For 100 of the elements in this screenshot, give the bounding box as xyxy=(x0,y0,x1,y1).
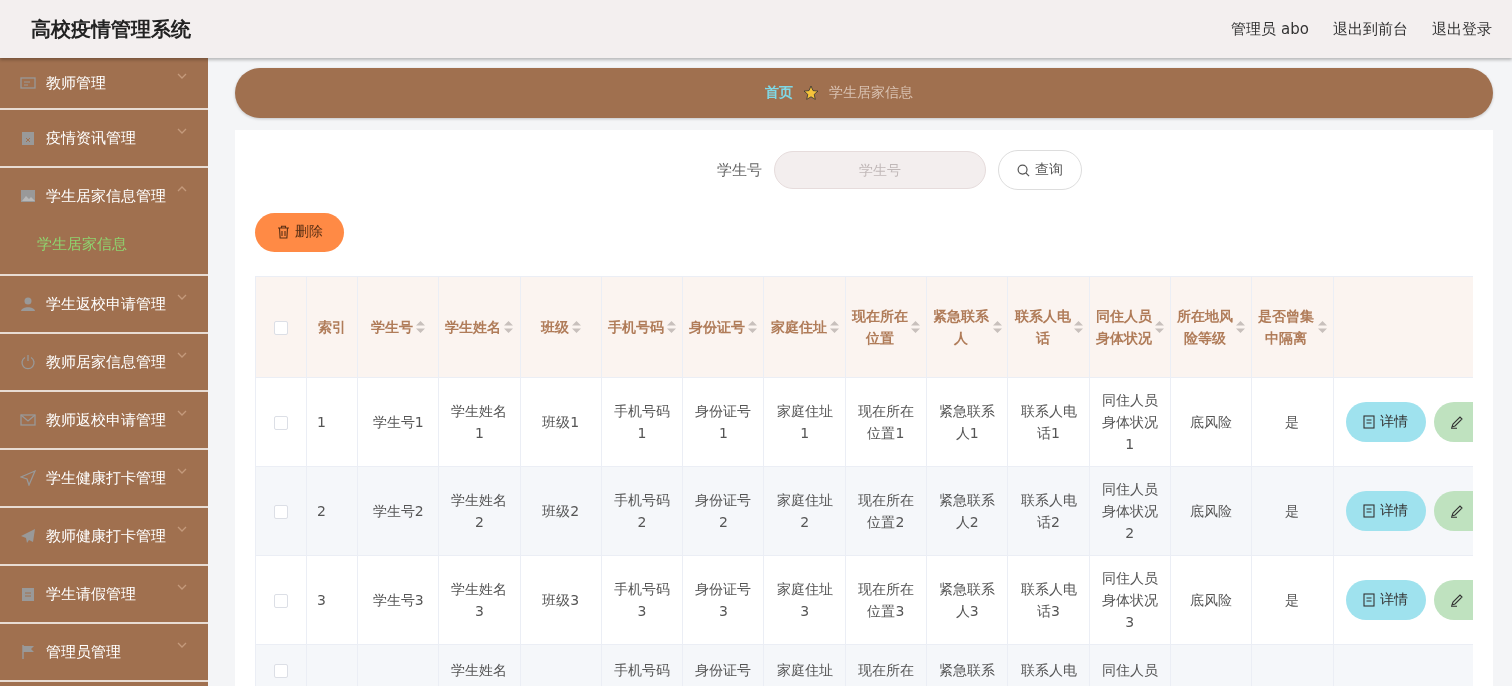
table-cell: 学生姓名2 xyxy=(451,491,508,530)
admin-user-link[interactable]: 管理员 abo xyxy=(1231,19,1309,39)
table-cell: 家庭住址1 xyxy=(776,402,833,441)
table-cell: 班级2 xyxy=(542,502,580,519)
sort-icon[interactable] xyxy=(1317,320,1327,333)
chevron-down-icon xyxy=(176,524,188,534)
sidebar-menu-item[interactable]: 教师管理 xyxy=(0,58,208,108)
table-cell: 紧急联系人3 xyxy=(939,580,996,619)
breadcrumb-current: 学生居家信息 xyxy=(829,84,913,102)
pencil-icon xyxy=(1449,503,1464,518)
header-link[interactable]: 退出登录 xyxy=(1432,19,1492,39)
table-cell: 是 xyxy=(1285,591,1300,608)
column-header: 学生号 xyxy=(371,318,414,338)
column-header: 索引 xyxy=(318,318,346,338)
sidebar-menu-item[interactable]: 管理员管理 xyxy=(0,624,208,680)
column-header: 现在所在位置 xyxy=(851,306,909,348)
table-cell: 底风险 xyxy=(1190,591,1233,608)
table-cell: 同住人员身体状况1 xyxy=(1101,391,1158,452)
table-cell: 现在所在位置1 xyxy=(857,402,914,441)
breadcrumb-home-link[interactable]: 首页 xyxy=(765,84,793,102)
column-header: 联系人电话 xyxy=(1014,306,1071,348)
delete-button[interactable]: 删除 xyxy=(255,213,344,252)
sort-icon[interactable] xyxy=(1236,320,1246,333)
chevron-down-icon xyxy=(176,408,188,418)
table-cell: 是 xyxy=(1285,502,1300,519)
sort-icon[interactable] xyxy=(1073,320,1083,333)
sidebar-menu-item[interactable]: 学生居家信息管理 xyxy=(0,168,208,224)
document-icon xyxy=(1363,503,1376,518)
header-link[interactable]: 退出到前台 xyxy=(1333,19,1408,39)
sort-icon[interactable] xyxy=(416,321,426,334)
sidebar-menu-item[interactable]: 学生请假管理 xyxy=(0,566,208,622)
table-cell: 家庭住址3 xyxy=(776,580,833,619)
row-checkbox[interactable] xyxy=(274,663,288,678)
table-cell: 手机号码 xyxy=(614,661,671,678)
select-all-checkbox[interactable] xyxy=(274,320,288,335)
table-cell: 身份证号3 xyxy=(695,580,752,619)
table-cell: 同住人员身体状况2 xyxy=(1101,480,1158,541)
sort-icon[interactable] xyxy=(667,321,677,334)
table-cell: 3 xyxy=(317,591,326,608)
submenu-item[interactable]: 学生居家信息 xyxy=(0,224,208,274)
chevron-down-icon xyxy=(176,466,188,476)
table-cell: 学生姓名3 xyxy=(451,580,508,619)
table-cell: 联系人电话3 xyxy=(1020,580,1077,619)
paper-plane-icon xyxy=(20,528,36,544)
power-icon xyxy=(20,354,36,370)
row-checkbox[interactable] xyxy=(274,504,288,519)
sort-icon[interactable] xyxy=(748,321,758,334)
sort-icon[interactable] xyxy=(911,320,921,333)
trash-icon xyxy=(276,225,290,240)
column-header: 所在地风险等级 xyxy=(1176,306,1234,348)
column-header: 家庭住址 xyxy=(770,318,827,338)
row-checkbox[interactable] xyxy=(274,593,288,608)
sort-icon[interactable] xyxy=(829,321,839,334)
sidebar-menu-item[interactable]: 教师居家信息管理 xyxy=(0,334,208,390)
pencil-icon xyxy=(1449,414,1464,429)
sort-icon[interactable] xyxy=(992,320,1002,333)
column-header: 身份证号 xyxy=(689,318,746,338)
table-cell: 身份证号 xyxy=(695,661,752,678)
sort-icon[interactable] xyxy=(1155,320,1165,333)
table-cell: 联系人电 xyxy=(1020,661,1077,678)
table-cell: 手机号码1 xyxy=(614,402,671,441)
sidebar-menu-item[interactable]: 学生返校申请管理 xyxy=(0,276,208,332)
column-header: 班级 xyxy=(540,318,569,338)
table-cell: 家庭住址2 xyxy=(776,491,833,530)
table-cell: 1 xyxy=(317,413,326,430)
table-cell: 学生姓名1 xyxy=(451,402,508,441)
user-icon xyxy=(20,296,36,312)
query-button[interactable]: 查询 xyxy=(997,150,1082,190)
clipboard-icon xyxy=(20,586,36,602)
detail-button[interactable]: 详情 xyxy=(1345,490,1426,531)
clipboard-icon xyxy=(20,130,36,146)
pencil-icon xyxy=(1449,592,1464,607)
table-cell: 同住人员 xyxy=(1101,661,1158,678)
app-title: 高校疫情管理系统 xyxy=(31,15,191,43)
sort-icon[interactable] xyxy=(504,321,514,334)
search-label: 学生号 xyxy=(716,160,762,180)
chevron-down-icon xyxy=(176,292,188,302)
table-cell: 学生号3 xyxy=(372,591,424,608)
table-cell: 紧急联系人1 xyxy=(939,402,996,441)
table-cell: 现在所在位置2 xyxy=(857,491,914,530)
table-cell: 班级1 xyxy=(542,413,580,430)
table-cell: 班级3 xyxy=(542,591,580,608)
sidebar-menu-item[interactable]: 学生健康打卡管理 xyxy=(0,450,208,506)
column-header: 同住人员身体状况 xyxy=(1095,306,1153,348)
detail-button[interactable]: 详情 xyxy=(1345,579,1426,620)
detail-button[interactable]: 详情 xyxy=(1345,401,1426,442)
row-checkbox[interactable] xyxy=(274,415,288,430)
sidebar-menu-item[interactable]: 疫情资讯管理 xyxy=(0,110,208,166)
document-icon xyxy=(1363,414,1376,429)
table-cell: 紧急联系 xyxy=(939,661,996,678)
table-cell: 同住人员身体状况3 xyxy=(1101,569,1158,630)
sort-icon[interactable] xyxy=(571,321,581,334)
sidebar-menu-item[interactable]: 教师返校申请管理 xyxy=(0,392,208,448)
table-cell: 学生号1 xyxy=(372,413,424,430)
chevron-up-icon xyxy=(176,184,188,194)
table-cell: 家庭住址 xyxy=(776,661,833,678)
table-cell: 联系人电话1 xyxy=(1020,402,1077,441)
table-cell: 手机号码2 xyxy=(614,491,671,530)
flag-icon xyxy=(20,644,36,660)
sidebar-menu-item[interactable]: 教师健康打卡管理 xyxy=(0,508,208,564)
